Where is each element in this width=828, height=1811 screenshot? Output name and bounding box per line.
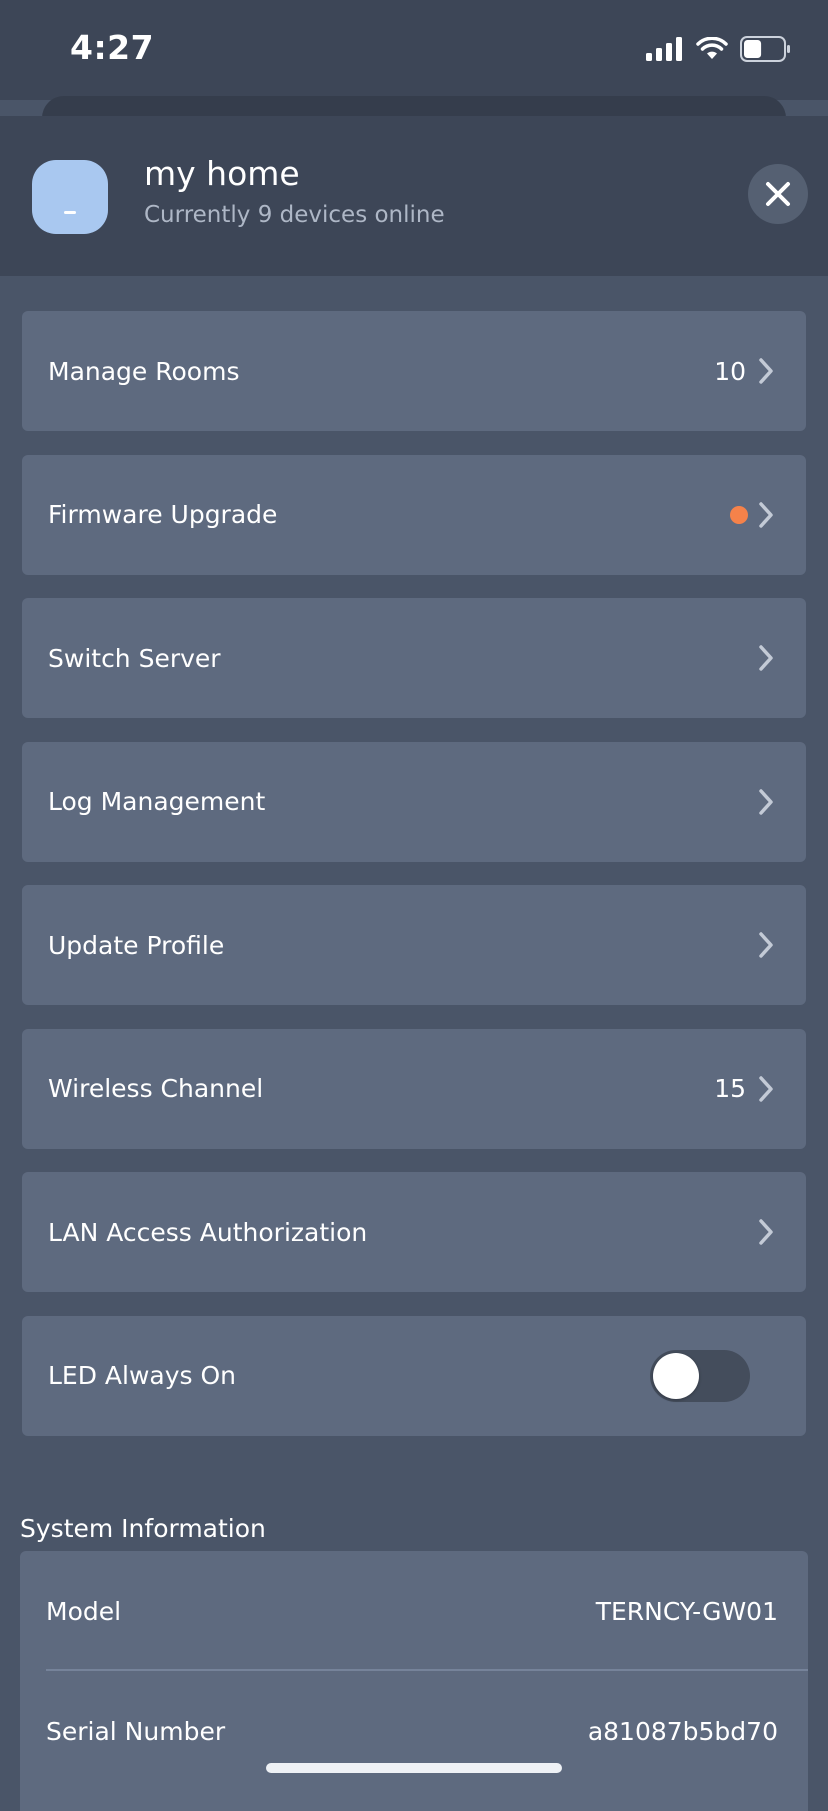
menu-item-label: Firmware Upgrade [48, 500, 278, 529]
wireless-channel-value: 15 [714, 1074, 746, 1103]
gateway-device-icon [32, 160, 108, 234]
rooms-count: 10 [714, 356, 746, 386]
chevron-right-icon [759, 788, 773, 815]
chevron-right-icon [759, 358, 773, 384]
system-information-heading: System Information [20, 1514, 266, 1543]
wifi-icon [696, 37, 728, 59]
chevron-right-icon [759, 501, 773, 528]
info-row-serial-number: Serial Number a81087b5bd70 [20, 1671, 808, 1791]
menu-item-label: Wireless Channel [48, 1074, 264, 1103]
menu-item-label: Update Profile [48, 930, 225, 960]
chevron-right-icon [759, 932, 773, 958]
update-available-badge [730, 505, 748, 524]
info-label: Serial Number [46, 1716, 226, 1746]
menu-item-led-always-on: LED Always On [22, 1315, 806, 1436]
menu-item-label: LED Always On [48, 1361, 237, 1390]
home-title: my home [144, 154, 300, 193]
serial-number-value: a81087b5bd70 [587, 1716, 778, 1746]
menu-item-label: LAN Access Authorization [48, 1217, 368, 1247]
menu-item-label: Manage Rooms [48, 356, 240, 386]
menu-item-wireless-channel[interactable]: Wireless Channel 15 [22, 1028, 806, 1149]
chevron-right-icon [759, 1075, 773, 1102]
battery-icon [740, 36, 790, 62]
menu-item-switch-server[interactable]: Switch Server [22, 598, 806, 718]
close-icon [766, 182, 790, 206]
info-label: Model [46, 1596, 122, 1626]
status-icons [646, 34, 792, 64]
close-button[interactable] [748, 164, 808, 224]
settings-menu: Manage Rooms 10 Firmware Upgrade Switch … [22, 311, 806, 1459]
chevron-right-icon [759, 1219, 773, 1245]
led-always-on-toggle[interactable] [650, 1349, 750, 1402]
menu-item-manage-rooms[interactable]: Manage Rooms 10 [22, 311, 806, 431]
toggle-knob [653, 1352, 699, 1399]
info-row-model: Model TERNCY-GW01 [20, 1551, 808, 1671]
status-time: 4:27 [70, 28, 155, 67]
menu-item-log-management[interactable]: Log Management [22, 741, 806, 862]
menu-item-update-profile[interactable]: Update Profile [22, 885, 806, 1005]
status-bar: 4:27 [0, 0, 828, 100]
home-header: my home Currently 9 devices online [0, 116, 828, 276]
chevron-right-icon [759, 645, 773, 671]
devices-online-subtitle: Currently 9 devices online [144, 202, 445, 228]
menu-item-label: Switch Server [48, 643, 221, 673]
model-value: TERNCY-GW01 [595, 1596, 778, 1626]
home-indicator[interactable] [266, 1763, 562, 1773]
menu-item-label: Log Management [48, 787, 266, 816]
cellular-signal-icon [646, 37, 682, 61]
menu-item-lan-access-authorization[interactable]: LAN Access Authorization [22, 1172, 806, 1292]
menu-item-firmware-upgrade[interactable]: Firmware Upgrade [22, 454, 806, 575]
